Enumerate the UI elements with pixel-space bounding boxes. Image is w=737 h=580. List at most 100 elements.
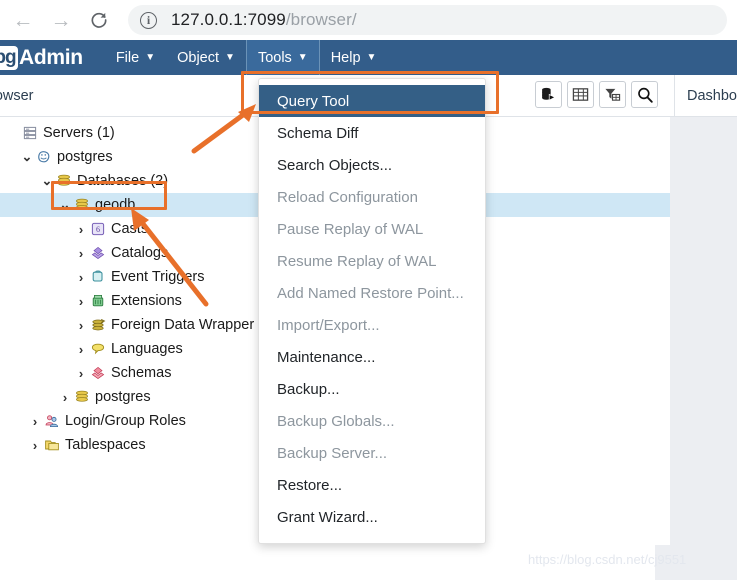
menu-item-label: Schema Diff — [277, 124, 359, 142]
forward-button[interactable]: → — [44, 3, 78, 37]
screen-root: ← → i 127.0.0.1:7099/browser/ pg Admin F… — [0, 0, 737, 580]
pg-logo-text: Admin — [19, 45, 83, 69]
twisty-icon[interactable]: › — [28, 414, 42, 429]
catalogs-icon — [88, 245, 108, 261]
url-host: 127.0.0.1:7099 — [171, 10, 286, 29]
pgadmin-logo: pg Admin — [0, 45, 83, 70]
menu-item-label: Search Objects... — [277, 156, 393, 174]
reload-button[interactable] — [82, 3, 116, 37]
menu-help[interactable]: Help ▼ — [320, 40, 388, 75]
back-arrow-icon: ← — [12, 8, 34, 32]
servers-icon — [20, 125, 40, 141]
search-icon — [637, 87, 653, 103]
tools-dropdown-menu: Query Tool Schema Diff Search Objects...… — [258, 78, 486, 544]
twisty-icon[interactable]: ⌄ — [40, 173, 54, 189]
twisty-icon[interactable]: › — [74, 342, 88, 357]
menu-item-backup-server: Backup Server... — [259, 437, 485, 469]
menu-tools[interactable]: Tools ▼ — [245, 40, 320, 75]
tree-item-label: Event Triggers — [111, 269, 205, 285]
menu-object[interactable]: Object ▼ — [166, 40, 246, 75]
event-triggers-icon — [88, 269, 108, 285]
menu-item-label: Resume Replay of WAL — [277, 252, 437, 270]
tree-item-label: Catalogs — [111, 245, 169, 261]
tablespaces-icon — [42, 437, 62, 453]
menu-item-label: Grant Wizard... — [277, 508, 378, 526]
search-objects-button[interactable] — [631, 81, 658, 108]
menu-file-label: File — [115, 49, 140, 66]
twisty-icon[interactable]: › — [74, 246, 88, 261]
menu-item-label: Add Named Restore Point... — [277, 284, 464, 302]
pgadmin-header: pg Admin File ▼ Object ▼ Tools ▼ Help ▼ — [0, 40, 737, 75]
menu-item-query-tool[interactable]: Query Tool — [259, 85, 485, 117]
twisty-icon[interactable]: › — [74, 294, 88, 309]
pg-logo-badge: pg — [0, 45, 18, 70]
tree-item-label: Extensions — [111, 293, 182, 309]
twisty-icon[interactable]: › — [74, 366, 88, 381]
menu-object-label: Object — [177, 49, 220, 66]
menu-item-maintenance[interactable]: Maintenance... — [259, 341, 485, 373]
menu-item-label: Backup Server... — [277, 444, 388, 462]
twisty-icon[interactable]: ⌄ — [58, 197, 72, 213]
tree-item-label: Foreign Data Wrapper — [111, 317, 255, 333]
tab-dashboard-label: Dashbo — [687, 87, 737, 104]
menu-item-search-objects[interactable]: Search Objects... — [259, 149, 485, 181]
url-text: 127.0.0.1:7099/browser/ — [171, 10, 357, 30]
menu-item-resume-replay-of-wal: Resume Replay of WAL — [259, 245, 485, 277]
add-server-button[interactable] — [535, 81, 562, 108]
menu-tools-label: Tools — [257, 49, 292, 66]
menu-item-reload-configuration: Reload Configuration — [259, 181, 485, 213]
tree-item-label: Tablespaces — [65, 437, 146, 453]
twisty-icon[interactable]: › — [28, 438, 42, 453]
extensions-icon — [88, 293, 108, 309]
twisty-icon[interactable]: › — [74, 318, 88, 333]
tree-item-label: Casts — [111, 221, 149, 237]
tab-dashboard[interactable]: Dashbo — [674, 75, 737, 116]
watermark-text: https://blog.csdn.net/cj9551 — [528, 552, 687, 567]
menu-item-label: Reload Configuration — [277, 188, 418, 206]
languages-icon — [88, 341, 108, 357]
twisty-icon[interactable]: › — [74, 222, 88, 237]
back-button[interactable]: ← — [6, 3, 40, 37]
twisty-icon[interactable]: › — [58, 390, 72, 405]
address-bar[interactable]: i 127.0.0.1:7099/browser/ — [128, 5, 727, 35]
menu-item-label: Backup Globals... — [277, 412, 395, 430]
foreign-data-wrappers-icon — [88, 317, 108, 333]
databases-icon — [54, 173, 74, 189]
chevron-down-icon: ▼ — [225, 52, 235, 63]
browser-toolbar: ← → i 127.0.0.1:7099/browser/ — [0, 0, 737, 40]
menu-item-backup[interactable]: Backup... — [259, 373, 485, 405]
filtered-rows-button[interactable] — [599, 81, 626, 108]
menu-item-add-named-restore-point: Add Named Restore Point... — [259, 277, 485, 309]
menu-item-label: Query Tool — [277, 92, 350, 110]
casts-icon: 6 — [88, 221, 108, 237]
dashboard-panel-body — [670, 117, 737, 580]
add-server-icon — [542, 87, 556, 101]
menu-item-backup-globals: Backup Globals... — [259, 405, 485, 437]
menu-item-grant-wizard[interactable]: Grant Wizard... — [259, 501, 485, 533]
database-icon — [72, 389, 92, 405]
tree-item-label: Servers (1) — [43, 125, 115, 141]
schemas-icon — [88, 365, 108, 381]
chevron-down-icon: ▼ — [145, 52, 156, 63]
menu-item-label: Backup... — [277, 380, 340, 398]
grid-table-icon — [572, 88, 589, 101]
filter-table-icon — [605, 88, 621, 101]
menu-item-schema-diff[interactable]: Schema Diff — [259, 117, 485, 149]
twisty-icon[interactable]: › — [74, 270, 88, 285]
reload-icon — [91, 12, 107, 28]
menu-item-label: Pause Replay of WAL — [277, 220, 424, 238]
view-data-button[interactable] — [567, 81, 594, 108]
postgresql-elephant-icon — [34, 149, 54, 165]
database-icon — [72, 197, 92, 213]
menu-item-restore[interactable]: Restore... — [259, 469, 485, 501]
tree-item-label: geodb — [95, 197, 136, 213]
menu-file[interactable]: File ▼ — [105, 40, 166, 75]
chevron-down-icon: ▼ — [366, 52, 377, 63]
menu-item-pause-replay-of-wal: Pause Replay of WAL — [259, 213, 485, 245]
site-info-icon[interactable]: i — [140, 11, 157, 29]
svg-text:6: 6 — [96, 225, 100, 234]
twisty-icon[interactable]: ⌄ — [20, 149, 34, 165]
menu-bar: File ▼ Object ▼ Tools ▼ Help ▼ — [105, 40, 388, 75]
url-path: /browser/ — [285, 10, 357, 29]
toolbar-button-group — [535, 81, 658, 108]
